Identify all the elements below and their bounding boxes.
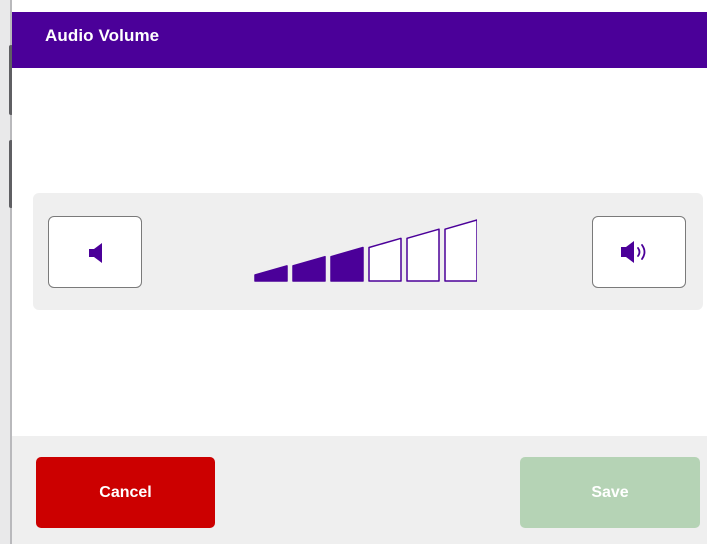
speaker-high-icon [621, 241, 646, 263]
volume-down-button[interactable] [48, 216, 142, 288]
volume-level-bar-filled [254, 265, 288, 282]
dialog-title: Audio Volume [45, 26, 160, 45]
volume-up-button[interactable] [592, 216, 686, 288]
volume-level-bar-filled [292, 255, 326, 282]
volume-level-bar-filled [330, 246, 364, 282]
cancel-button[interactable]: Cancel [36, 457, 215, 528]
audio-volume-dialog: Audio Volume Cancel Save [12, 12, 707, 544]
speaker-low-icon [89, 243, 102, 263]
volume-control-panel [33, 193, 703, 310]
dialog-footer: Cancel Save [12, 436, 707, 544]
volume-level-bar-empty [368, 237, 402, 282]
volume-level-bar-empty [444, 219, 477, 282]
volume-level-bar-empty [406, 228, 440, 282]
dialog-header: Audio Volume [12, 12, 707, 68]
save-button[interactable]: Save [520, 457, 700, 528]
volume-level-meter [254, 219, 477, 282]
